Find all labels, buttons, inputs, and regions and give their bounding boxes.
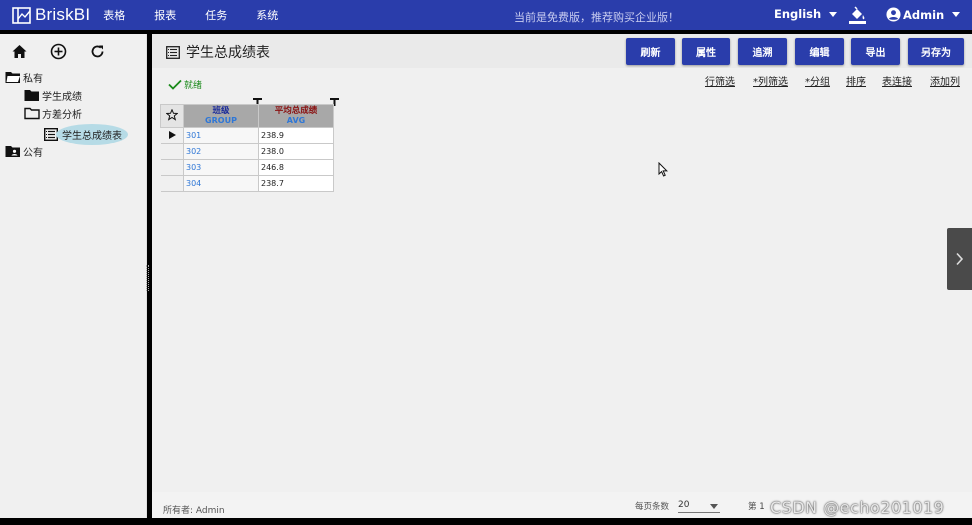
row-filter-link[interactable]: 行筛选 — [705, 73, 735, 88]
row-pointer[interactable] — [160, 143, 184, 160]
tree-item-label: 学生成绩 — [42, 92, 82, 103]
menu-item-system[interactable]: 系统 — [256, 7, 278, 23]
column-header-avg[interactable]: 平均总成绩 AVG — [258, 104, 334, 128]
expand-right-panel-button[interactable] — [947, 228, 972, 290]
tree-item-private[interactable]: 私有 — [5, 70, 43, 85]
tree-item-label: 私有 — [23, 74, 43, 85]
table-row[interactable]: 304 238.7 — [160, 175, 334, 192]
row-pointer[interactable] — [160, 127, 184, 144]
user-menu[interactable]: Admin — [886, 7, 961, 22]
sidebar-toolbar — [0, 34, 146, 68]
folder-outline-icon — [24, 107, 40, 120]
language-selector[interactable]: English — [774, 7, 838, 21]
cell-avg[interactable]: 238.0 — [258, 143, 334, 160]
trace-button[interactable]: 追溯 — [738, 38, 787, 65]
column-header-cn: 平均总成绩 — [274, 106, 318, 116]
per-page-label: 每页条数 — [635, 502, 670, 512]
page-size-value: 20 — [678, 500, 690, 510]
tree-item-student-total-table[interactable]: 学生总成绩表 — [44, 124, 128, 145]
chevron-down-icon — [710, 504, 718, 509]
sidebar: 私有 学生成绩 方差分析 学生总成绩表 公有 — [0, 34, 147, 518]
grid-header-row: 班级 GROUP 平均总成绩 AVG — [160, 104, 334, 128]
chevron-right-icon — [956, 252, 964, 266]
sort-link[interactable]: 排序 — [846, 73, 866, 88]
folder-icon — [24, 90, 39, 101]
row-pointer[interactable] — [160, 159, 184, 176]
logo-icon — [12, 6, 31, 24]
sidebar-resize-handle[interactable] — [146, 265, 149, 291]
refresh-icon[interactable] — [89, 43, 106, 60]
main-panel: 学生总成绩表 刷新 属性 追溯 编辑 导出 另存为 就绪 行筛选 *列筛选 *分… — [152, 34, 972, 518]
column-header-en: GROUP — [205, 116, 237, 125]
main-menu: 表格 报表 任务 系统 — [103, 7, 307, 23]
page-title-text: 学生总成绩表 — [186, 45, 270, 61]
status-indicator: 就绪 — [168, 78, 202, 91]
group-link[interactable]: *分组 — [805, 73, 830, 88]
page-size-select[interactable]: 20 — [678, 498, 720, 513]
table-join-link[interactable]: 表连接 — [882, 73, 912, 88]
upgrade-notice[interactable]: 当前是免费版，推荐购买企业版！ — [514, 9, 679, 25]
status-text: 就绪 — [184, 81, 203, 91]
add-column-link[interactable]: 添加列 — [930, 73, 960, 88]
cell-group[interactable]: 301 — [183, 127, 259, 144]
owner-label: 所有者: Admin — [163, 506, 225, 516]
column-header-group[interactable]: 班级 GROUP — [183, 104, 259, 128]
star-icon — [165, 108, 179, 121]
tree-item-variance-analysis[interactable]: 方差分析 — [24, 106, 82, 121]
tree-item-public[interactable]: 公有 — [5, 144, 43, 159]
tree-item-student-grades[interactable]: 学生成绩 — [24, 88, 82, 103]
table-icon — [166, 45, 180, 59]
folder-open-icon — [5, 72, 20, 83]
cell-group[interactable]: 302 — [183, 143, 259, 160]
watermark: CSDN @echo201019 — [770, 498, 945, 517]
username: Admin — [903, 7, 945, 22]
paint-bucket-icon[interactable] — [848, 5, 867, 25]
data-grid: 班级 GROUP 平均总成绩 AVG 301 238.9 302 238.0 3… — [160, 104, 334, 192]
table-row[interactable]: 301 238.9 — [160, 127, 334, 144]
menu-item-tasks[interactable]: 任务 — [205, 7, 227, 23]
edit-button[interactable]: 编辑 — [795, 38, 844, 65]
add-circle-icon[interactable] — [50, 43, 67, 60]
tree-item-label: 公有 — [23, 148, 43, 159]
chevron-down-icon — [952, 12, 961, 17]
table-row[interactable]: 303 246.8 — [160, 159, 334, 176]
save-as-button[interactable]: 另存为 — [908, 38, 964, 65]
properties-button[interactable]: 属性 — [682, 38, 730, 65]
column-header-en: AVG — [286, 116, 306, 125]
cell-group[interactable]: 304 — [183, 175, 259, 192]
menu-item-tables[interactable]: 表格 — [103, 7, 125, 23]
cell-avg[interactable]: 238.9 — [258, 127, 334, 144]
app-logo[interactable]: BriskBI — [12, 5, 90, 25]
favorite-column-header[interactable] — [160, 104, 184, 128]
top-navbar: BriskBI 表格 报表 任务 系统 当前是免费版，推荐购买企业版！ Engl… — [0, 0, 972, 30]
chevron-down-icon — [829, 11, 838, 17]
menu-item-reports[interactable]: 报表 — [154, 7, 176, 23]
check-icon — [168, 79, 182, 90]
column-filter-link[interactable]: *列筛选 — [753, 73, 788, 88]
tree-item-label: 学生总成绩表 — [56, 124, 128, 145]
play-arrow-icon — [168, 130, 176, 139]
refresh-button[interactable]: 刷新 — [626, 38, 675, 65]
mouse-cursor-icon — [658, 162, 668, 177]
folder-shared-icon — [5, 146, 20, 157]
column-header-cn: 班级 — [212, 106, 230, 116]
cell-group[interactable]: 303 — [183, 159, 259, 176]
table-row[interactable]: 302 238.0 — [160, 143, 334, 160]
page-title: 学生总成绩表 — [166, 42, 270, 62]
cell-avg[interactable]: 246.8 — [258, 159, 334, 176]
tree-item-label: 方差分析 — [42, 110, 82, 121]
title-bar: 学生总成绩表 刷新 属性 追溯 编辑 导出 另存为 — [152, 34, 972, 68]
page-info: 第 1 — [748, 502, 765, 512]
language-label: English — [774, 7, 822, 21]
row-pointer[interactable] — [160, 175, 184, 192]
account-circle-icon — [886, 7, 901, 22]
export-button[interactable]: 导出 — [851, 38, 900, 65]
app-name: BriskBI — [35, 5, 91, 24]
cell-avg[interactable]: 238.7 — [258, 175, 334, 192]
home-icon[interactable] — [11, 43, 28, 60]
